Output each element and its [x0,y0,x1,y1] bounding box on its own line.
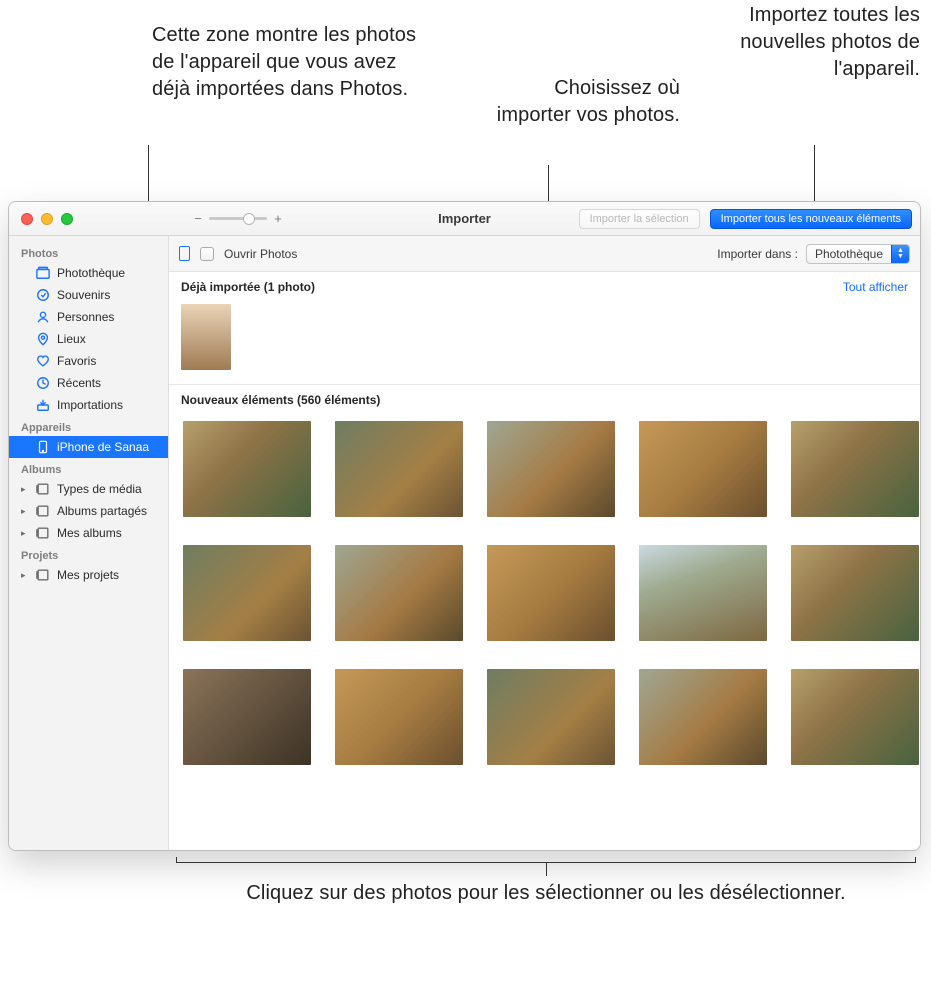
callout-line [546,862,547,876]
slider-thumb[interactable] [243,213,255,225]
app-window: − + Importer Importer la sélection Impor… [8,201,921,851]
new-items-header: Nouveaux éléments (560 éléments) [181,393,380,407]
photo-thumb[interactable] [639,669,767,765]
clock-icon [35,375,51,391]
chevron-right-icon: ▸ [21,484,29,495]
chevron-right-icon: ▸ [21,570,29,581]
sidebar-item-label: Albums partagés [57,504,147,518]
sidebar-item-favorites[interactable]: ▸ Favoris [9,350,168,372]
callout-click-select: Cliquez sur des photos pour les sélectio… [176,880,916,907]
photo-thumb[interactable] [791,669,919,765]
chevron-right-icon: ▸ [21,506,29,517]
fullscreen-icon[interactable] [61,213,73,225]
traffic-lights [21,213,73,225]
sidebar-item-label: Récents [57,376,101,390]
import-destination-select[interactable]: Photothèque ▲▼ [806,244,910,264]
sidebar-item-imports[interactable]: ▸ Importations [9,394,168,416]
photo-thumb[interactable] [639,545,767,641]
sidebar-item-recents[interactable]: ▸ Récents [9,372,168,394]
library-icon [35,265,51,281]
content-scroll[interactable]: Déjà importée (1 photo) Tout afficher No… [169,272,920,850]
chevron-right-icon: ▸ [21,528,29,539]
places-icon [35,331,51,347]
main-pane: Ouvrir Photos Importer dans : Photothèqu… [169,236,920,850]
sidebar-item-library[interactable]: ▸ Photothèque [9,262,168,284]
sidebar-item-label: iPhone de Sanaa [57,440,149,454]
sidebar-item-label: Mes projets [57,568,119,582]
photo-thumb[interactable] [335,669,463,765]
photo-thumb[interactable] [639,421,767,517]
memories-icon [35,287,51,303]
sidebar-item-places[interactable]: ▸ Lieux [9,328,168,350]
sidebar: Photos ▸ Photothèque ▸ Souvenirs ▸ [9,236,169,850]
phone-icon [35,439,51,455]
slider-track[interactable] [209,217,267,220]
photo-thumb[interactable] [791,421,919,517]
photo-thumb[interactable] [183,669,311,765]
photo-thumb[interactable] [335,421,463,517]
device-icon [179,246,190,261]
updown-arrows-icon: ▲▼ [891,245,909,263]
my-projects-icon [35,567,51,583]
already-imported-header: Déjà importée (1 photo) [181,280,315,294]
my-albums-icon [35,525,51,541]
callout-choose-dest: Choisissez où importer vos photos. [490,75,680,129]
select-value: Photothèque [807,247,891,261]
photo-thumb[interactable] [487,545,615,641]
mediatypes-icon [35,481,51,497]
already-imported-thumb[interactable] [181,304,231,370]
import-toolbar: Ouvrir Photos Importer dans : Photothèqu… [169,236,920,272]
sidebar-item-label: Types de média [57,482,142,496]
sidebar-item-label: Photothèque [57,266,125,280]
people-icon [35,309,51,325]
sidebar-section-projects: Projets [9,544,168,564]
sidebar-section-photos: Photos [9,242,168,262]
sidebar-item-label: Favoris [57,354,96,368]
minimize-icon[interactable] [41,213,53,225]
sidebar-item-memories[interactable]: ▸ Souvenirs [9,284,168,306]
sidebar-section-albums: Albums [9,458,168,478]
sidebar-item-label: Souvenirs [57,288,110,302]
show-all-link[interactable]: Tout afficher [843,280,908,294]
sidebar-item-mediatypes[interactable]: ▸ Types de média [9,478,168,500]
photo-thumb[interactable] [487,421,615,517]
new-items-grid [169,407,920,779]
sidebar-item-label: Importations [57,398,123,412]
import-icon [35,397,51,413]
zoom-out-icon: − [193,211,203,226]
photo-thumb[interactable] [183,545,311,641]
sidebar-item-label: Lieux [57,332,86,346]
sidebar-section-devices: Appareils [9,416,168,436]
close-icon[interactable] [21,213,33,225]
photo-thumb[interactable] [335,545,463,641]
sidebar-item-people[interactable]: ▸ Personnes [9,306,168,328]
import-selection-button: Importer la sélection [579,209,700,229]
sidebar-item-label: Mes albums [57,526,122,540]
photo-thumb[interactable] [183,421,311,517]
sidebar-item-device[interactable]: ▸ iPhone de Sanaa [9,436,168,458]
open-photos-label: Ouvrir Photos [224,247,297,261]
open-photos-checkbox[interactable] [200,247,214,261]
import-all-new-button[interactable]: Importer tous les nouveaux éléments [710,209,912,229]
callout-import-all: Importez toutes les nouvelles photos de … [740,2,920,83]
sidebar-item-label: Personnes [57,310,114,324]
photo-thumb[interactable] [487,669,615,765]
heart-icon [35,353,51,369]
titlebar: − + Importer Importer la sélection Impor… [9,202,920,236]
shared-albums-icon [35,503,51,519]
photo-thumb[interactable] [791,545,919,641]
sidebar-item-shared-albums[interactable]: ▸ Albums partagés [9,500,168,522]
zoom-in-icon: + [273,211,283,226]
sidebar-item-my-albums[interactable]: ▸ Mes albums [9,522,168,544]
import-into-label: Importer dans : [717,247,798,261]
callout-already-imported: Cette zone montre les photos de l'appare… [152,22,432,103]
sidebar-item-my-projects[interactable]: ▸ Mes projets [9,564,168,586]
zoom-slider[interactable]: − + [193,211,283,226]
